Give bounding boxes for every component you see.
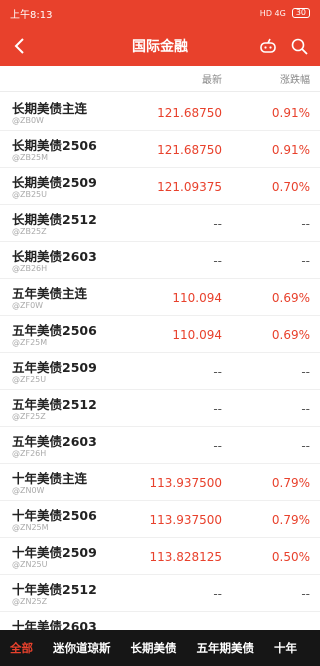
chevron-left-icon xyxy=(14,38,24,54)
latest-price: -- xyxy=(213,365,222,379)
contract-code: @ZF25U xyxy=(12,375,47,384)
contract-name: 五年美债2509 xyxy=(12,360,97,375)
search-button[interactable] xyxy=(291,38,308,55)
search-icon xyxy=(291,38,308,55)
contract-code: @ZB25Z xyxy=(12,227,47,236)
contract-code: @ZB25U xyxy=(12,190,48,199)
contract-code: @ZF25M xyxy=(12,338,48,347)
change-percent: -- xyxy=(301,217,310,231)
contract-name: 五年美债2512 xyxy=(12,397,97,412)
latest-price: 113.937500 xyxy=(149,513,222,527)
contract-name: 十年美债2509 xyxy=(12,545,97,560)
contract-code: @ZB0W xyxy=(12,116,44,125)
contract-name: 长期美债2603 xyxy=(12,249,97,264)
status-time: 上午8:13 xyxy=(10,9,53,21)
change-percent: 0.50% xyxy=(271,550,310,564)
change-percent: 0.79% xyxy=(271,476,310,490)
table-row[interactable]: 五年美债2506 @ZF25M 110.094 0.69% xyxy=(0,316,320,353)
change-percent: 0.69% xyxy=(271,328,310,342)
contract-name: 五年美债2506 xyxy=(12,323,97,338)
signal-icon: HD 4G xyxy=(259,8,286,18)
contract-name: 十年美债主连 xyxy=(12,471,88,486)
latest-price: 113.828125 xyxy=(149,550,222,564)
battery-icon: 30 xyxy=(291,8,310,18)
contract-name: 长期美债2509 xyxy=(12,175,97,190)
table-row[interactable]: 十年美债主连 @ZN0W 113.937500 0.79% xyxy=(0,464,320,501)
table-row[interactable]: 五年美债2509 @ZF25U -- -- xyxy=(0,353,320,390)
change-percent: -- xyxy=(301,402,310,416)
table-row[interactable]: 长期美债2512 @ZB25Z -- -- xyxy=(0,205,320,242)
contract-name: 长期美债2506 xyxy=(12,138,97,153)
contract-code: @ZN25U xyxy=(12,560,48,569)
change-percent: -- xyxy=(301,254,310,268)
contract-code: @ZF0W xyxy=(12,301,44,310)
status-indicators: HD 4G 30 xyxy=(260,8,310,18)
change-percent: 0.69% xyxy=(271,291,310,305)
table-row[interactable]: 长期美债主连 @ZB0W 121.68750 0.91% xyxy=(0,94,320,131)
column-header: 最新 涨跌幅 xyxy=(0,66,320,92)
latest-price: 110.094 xyxy=(172,328,222,342)
table-row[interactable]: 五年美债2512 @ZF25Z -- -- xyxy=(0,390,320,427)
table-row[interactable]: 十年美债2512 @ZN25Z -- -- xyxy=(0,575,320,612)
table-row[interactable]: 五年美债主连 @ZF0W 110.094 0.69% xyxy=(0,279,320,316)
contract-code: @ZB25M xyxy=(12,153,49,162)
contract-name: 长期美债2512 xyxy=(12,212,97,227)
table-row[interactable]: 十年美债2603 xyxy=(0,612,320,630)
contract-code: @ZN25Z xyxy=(12,597,48,606)
tab-0[interactable]: 全部 xyxy=(0,630,43,666)
table-row[interactable]: 长期美债2509 @ZB25U 121.09375 0.70% xyxy=(0,168,320,205)
table-row[interactable]: 长期美债2603 @ZB26H -- -- xyxy=(0,242,320,279)
change-percent: 0.91% xyxy=(271,143,310,157)
latest-price: -- xyxy=(213,587,222,601)
contract-code: @ZF25Z xyxy=(12,412,46,421)
latest-price: -- xyxy=(213,217,222,231)
contract-code: @ZF26H xyxy=(12,449,47,458)
tab-1[interactable]: 迷你道琼斯 xyxy=(43,630,121,666)
column-price[interactable]: 最新 xyxy=(202,71,222,86)
quote-list: 长期美债主连 @ZB0W 121.68750 0.91% 长期美债2506 @ZB25M 1… xyxy=(0,94,320,630)
change-percent: -- xyxy=(301,587,310,601)
latest-price: -- xyxy=(213,254,222,268)
change-percent: -- xyxy=(301,365,310,379)
table-row[interactable]: 五年美债2603 @ZF26H -- -- xyxy=(0,427,320,464)
latest-price: 113.937500 xyxy=(149,476,222,490)
contract-name: 五年美债主连 xyxy=(12,286,88,301)
column-change[interactable]: 涨跌幅 xyxy=(280,71,310,86)
latest-price: 121.68750 xyxy=(157,143,222,157)
change-percent: 0.91% xyxy=(271,106,310,120)
robot-button[interactable] xyxy=(259,38,277,54)
battery-level: 30 xyxy=(295,8,306,17)
contract-name: 十年美债2603 xyxy=(12,619,97,630)
tab-3[interactable]: 五年期美债 xyxy=(187,630,265,666)
nav-actions xyxy=(259,38,320,55)
change-percent: 0.70% xyxy=(271,180,310,194)
change-percent: -- xyxy=(301,439,310,453)
tab-4[interactable]: 十年 xyxy=(264,630,307,666)
latest-price: 121.09375 xyxy=(157,180,222,194)
contract-code: @ZB26H xyxy=(12,264,48,273)
tab-2[interactable]: 长期美债 xyxy=(121,630,187,666)
change-percent: 0.79% xyxy=(271,513,310,527)
latest-price: -- xyxy=(213,439,222,453)
contract-name: 十年美债2506 xyxy=(12,508,97,523)
contract-code: @ZN0W xyxy=(12,486,45,495)
contract-name: 十年美债2512 xyxy=(12,582,97,597)
category-tab-bar: 全部 迷你道琼斯 长期美债 五年期美债 十年 xyxy=(0,630,320,666)
latest-price: 121.68750 xyxy=(157,106,222,120)
nav-bar: 国际金融 xyxy=(0,26,320,66)
table-row[interactable]: 十年美债2509 @ZN25U 113.828125 0.50% xyxy=(0,538,320,575)
robot-icon xyxy=(260,38,276,53)
back-button[interactable] xyxy=(0,26,40,66)
contract-name: 长期美债主连 xyxy=(12,101,88,116)
latest-price: 110.094 xyxy=(172,291,222,305)
contract-code: @ZN25M xyxy=(12,523,49,532)
table-row[interactable]: 长期美债2506 @ZB25M 121.68750 0.91% xyxy=(0,131,320,168)
contract-name: 五年美债2603 xyxy=(12,434,97,449)
status-bar: 上午8:13 HD 4G 30 xyxy=(0,0,320,26)
latest-price: -- xyxy=(213,402,222,416)
table-row[interactable]: 十年美债2506 @ZN25M 113.937500 0.79% xyxy=(0,501,320,538)
